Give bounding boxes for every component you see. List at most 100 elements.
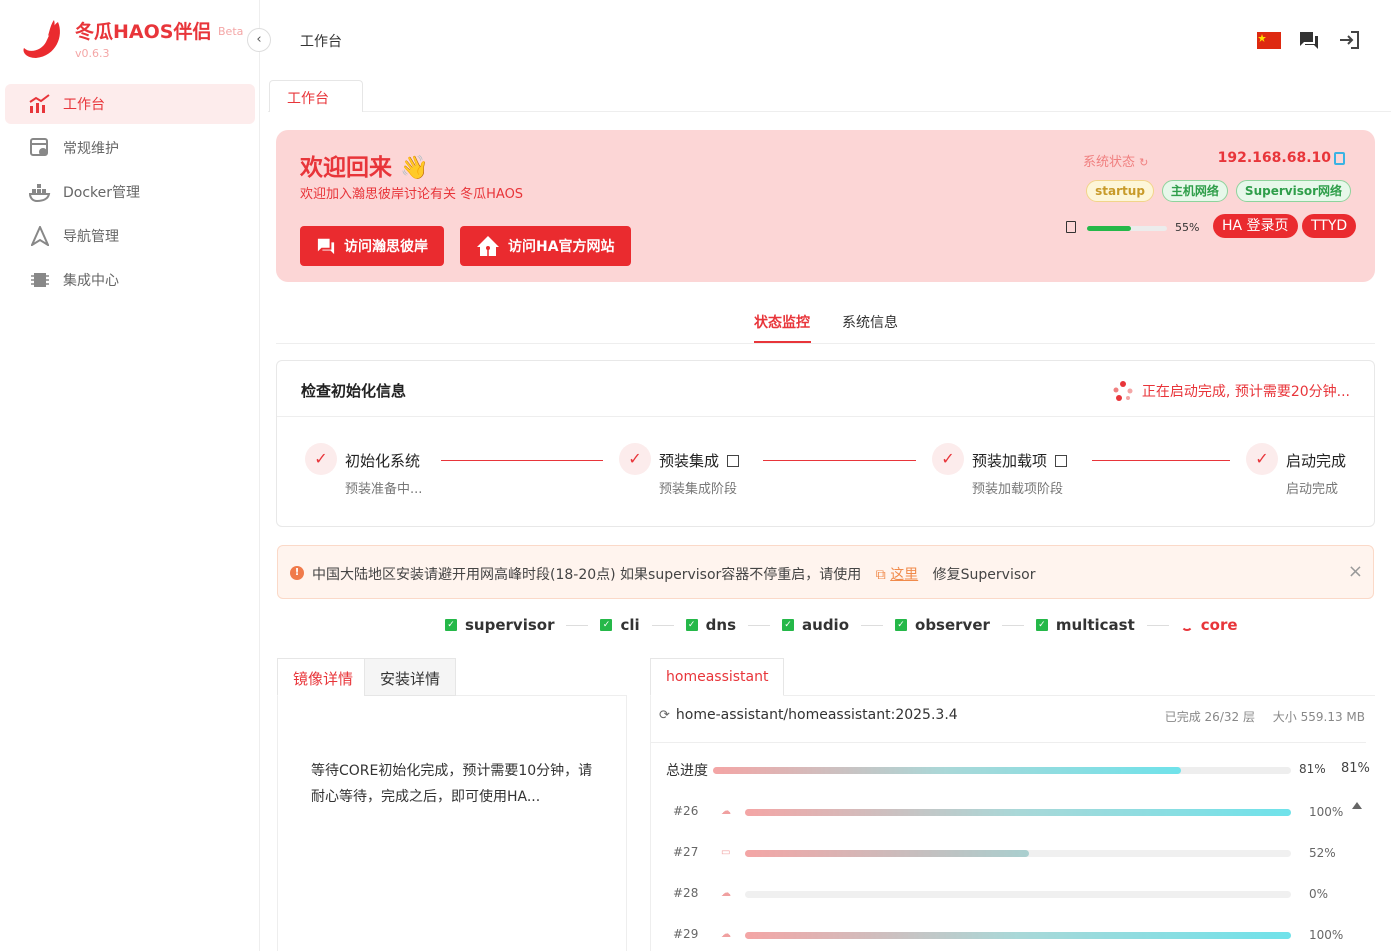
collapse-sidebar-button[interactable]: ‹ [247, 28, 271, 52]
sidebar-item-label: 导航管理 [63, 229, 119, 245]
image-pull-panel: homeassistant ⟳ home-assistant/homeassis… [650, 658, 1375, 951]
app-logo-icon [23, 20, 60, 58]
step-title: 预装加载项 [972, 450, 1068, 471]
image-pull-body: ⟳ home-assistant/homeassistant:2025.3.4 … [650, 696, 1375, 951]
tab-status-monitor[interactable]: 状态监控 [754, 312, 810, 332]
details-panel: 镜像详情 安装详情 等待CORE初始化完成，预计需要10分钟，请耐心等待，完成之… [277, 658, 627, 951]
layer-progress-bar [745, 932, 1291, 939]
service-core: core [1180, 616, 1238, 634]
service-separator [1001, 624, 1024, 626]
scroll-up-arrow-icon[interactable] [1352, 802, 1362, 809]
step-subtitle: 预装加载项阶段 [972, 482, 1064, 497]
visit-forum-button[interactable]: 访问瀚思彼岸 [300, 226, 444, 266]
active-tab-indicator [754, 341, 811, 343]
check-icon: ✓ [1246, 443, 1278, 475]
tab-system-info[interactable]: 系统信息 [842, 312, 898, 332]
dashboard-chart-icon [29, 93, 51, 115]
divider [651, 742, 1366, 743]
service-dns: ✓ dns [685, 616, 736, 634]
sidebar: 冬瓜HAOS伴侣 Beta v0.6.3 工作台 常规维护 Docker管理 导… [0, 0, 260, 951]
service-status-row: ✓ supervisor ✓ cli ✓ dns ✓ audio ✓ observer ✓… [445, 616, 1238, 634]
list-icon[interactable] [727, 455, 740, 467]
alert-text-before: 中国大陆地区安装请避开用网高峰时段(18-20点) 如果supervisor容器… [312, 567, 862, 583]
startup-note-text: 正在启动完成, 预计需要20分钟... [1141, 384, 1350, 400]
close-icon[interactable]: × [1348, 561, 1363, 582]
list-icon[interactable] [1055, 455, 1068, 467]
check-icon: ✓ [619, 443, 651, 475]
service-name: core [1200, 616, 1238, 634]
visit-forum-label: 访问瀚思彼岸 [344, 239, 428, 255]
sync-icon: ⟳ [659, 707, 670, 723]
sidebar-item-integration[interactable]: 集成中心 [5, 260, 255, 300]
visit-ha-site-label: 访问HA官方网站 [508, 239, 615, 255]
service-audio: ✓ audio [782, 616, 849, 634]
top-actions [1257, 28, 1361, 52]
service-separator [1146, 624, 1169, 626]
welcome-banner: 欢迎回来 👋 欢迎加入瀚思彼岸讨论有关 冬瓜HAOS 访问瀚思彼岸 访问HA官方… [276, 130, 1375, 282]
logout-icon[interactable] [1337, 28, 1361, 52]
image-meta: 已完成 26/32 层 大小 559.13 MB [1151, 708, 1365, 725]
sidebar-item-docker[interactable]: Docker管理 [5, 172, 255, 212]
china-flag-icon[interactable] [1257, 28, 1281, 52]
layer-percent: 52% [1309, 846, 1336, 860]
checkbox-checked-icon: ✓ [600, 619, 613, 631]
welcome-subtitle: 欢迎加入瀚思彼岸讨论有关 冬瓜HAOS [300, 187, 524, 202]
home-assistant-icon [477, 236, 499, 256]
card-header: 检查初始化信息 正在启动完成, 预计需要20分钟... [277, 361, 1374, 417]
step-subtitle: 预装准备中... [345, 482, 423, 497]
service-cli: ✓ cli [600, 616, 640, 634]
service-name: supervisor [465, 616, 555, 634]
details-tabs: 镜像详情 安装详情 [277, 658, 627, 696]
app-version: v0.6.3 [75, 47, 110, 60]
tab-install-details[interactable]: 安装详情 [364, 658, 457, 696]
breadcrumb: 工作台 [300, 34, 342, 50]
sidebar-item-dashboard[interactable]: 工作台 [5, 84, 255, 124]
service-separator [748, 624, 771, 626]
layer-progress-bar [745, 891, 1291, 898]
ttyd-button[interactable]: TTYD [1302, 214, 1357, 238]
step-title: 初始化系统 [345, 452, 421, 470]
layer-percent: 100% [1309, 928, 1344, 942]
copy-icon[interactable] [1334, 152, 1345, 165]
fix-supervisor-link[interactable]: 这里 [890, 567, 918, 583]
layer-id: #28 [673, 886, 699, 900]
image-name: ⟳ home-assistant/homeassistant:2025.3.4 [659, 707, 958, 723]
status-badge: 主机网络 [1161, 180, 1228, 202]
step-title: 预装集成 [659, 450, 740, 471]
layer-id: #27 [673, 845, 699, 859]
tab-homeassistant[interactable]: homeassistant [650, 658, 785, 696]
sidebar-item-label: Docker管理 [63, 185, 141, 201]
service-separator [566, 624, 589, 626]
service-name: cli [620, 616, 640, 634]
service-name: observer [915, 616, 990, 634]
app-name: 冬瓜HAOS伴侣 [75, 21, 212, 43]
startup-note: 正在启动完成, 预计需要20分钟... [1112, 380, 1350, 402]
step-title-text: 预装加载项 [972, 452, 1048, 470]
warning-icon: ! [290, 566, 304, 580]
service-separator [861, 624, 884, 626]
sidebar-item-maintenance[interactable]: 常规维护 [5, 128, 255, 168]
layer-row: #27 ▭ 52% [651, 843, 1351, 863]
integration-chip-icon [29, 269, 51, 291]
alert-text: 中国大陆地区安装请避开用网高峰时段(18-20点) 如果supervisor容器… [312, 564, 1035, 584]
step-subtitle: 启动完成 [1286, 482, 1339, 497]
tab-image-details[interactable]: 镜像详情 [277, 658, 370, 696]
disk-usage-percent: 55% [1175, 221, 1200, 234]
step-title: 启动完成 [1286, 452, 1347, 470]
beta-label: Beta [218, 25, 244, 38]
warning-alert: ! 中国大陆地区安装请避开用网高峰时段(18-20点) 如果supervisor… [277, 545, 1374, 599]
total-progress-percent-summary: 81% [1341, 761, 1370, 776]
service-supervisor: ✓ supervisor [445, 616, 554, 634]
layer-row: #28 ☁ 0% [651, 884, 1351, 904]
chat-icon[interactable] [1297, 28, 1321, 52]
alert-text-after: 修复Supervisor [932, 567, 1036, 583]
sidebar-item-navigation[interactable]: 导航管理 [5, 216, 255, 256]
visit-ha-site-button[interactable]: 访问HA官方网站 [460, 226, 631, 266]
refresh-icon[interactable]: ↻ [1139, 156, 1148, 169]
status-badge: Supervisor网络 [1235, 180, 1351, 202]
layer-id: #26 [673, 804, 699, 818]
page-tab-dashboard[interactable]: 工作台 [269, 80, 363, 112]
sidebar-item-label: 常规维护 [63, 141, 119, 157]
external-link-icon: ⧉ [875, 567, 886, 583]
ha-login-button[interactable]: HA 登录页 [1213, 214, 1298, 238]
